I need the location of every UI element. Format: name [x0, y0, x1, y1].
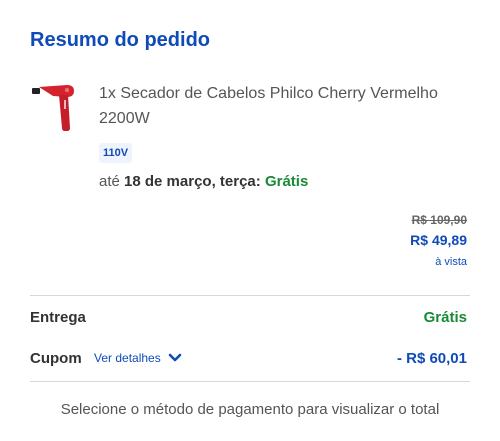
hair-dryer-icon [29, 80, 79, 132]
order-summary-panel: Resumo do pedido 1x Secador de Cabelos P… [0, 0, 500, 441]
delivery-cost: Grátis [264, 173, 309, 190]
payment-method-message: Selecione o método de pagamento para vis… [60, 401, 440, 418]
original-price: R$ 109,90 [411, 213, 467, 227]
voltage-badge: 110V [99, 143, 133, 163]
product-name: 1x Secador de Cabelos Philco Cherry Verm… [99, 85, 438, 127]
shipping-value: Grátis [423, 309, 467, 326]
product-image [29, 80, 79, 132]
coupon-discount-value: - R$ 60,01 [396, 350, 467, 367]
coupon-details-link[interactable]: Ver detalhes [94, 351, 182, 365]
summary-divider-bottom [30, 381, 470, 382]
order-summary-title: Resumo do pedido [30, 29, 210, 51]
delivery-prefix: até [99, 173, 120, 190]
payment-condition: à vista [435, 256, 467, 268]
shipping-label: Entrega [30, 309, 86, 326]
current-price: R$ 49,89 [410, 232, 467, 248]
chevron-down-icon [168, 353, 182, 362]
coupon-label: Cupom [30, 350, 82, 367]
delivery-estimate: até 18 de março, terça: Grátis [99, 173, 308, 190]
coupon-details-label: Ver detalhes [94, 351, 161, 365]
delivery-date: 18 de março, terça: [124, 173, 261, 190]
summary-divider-top [30, 295, 470, 296]
